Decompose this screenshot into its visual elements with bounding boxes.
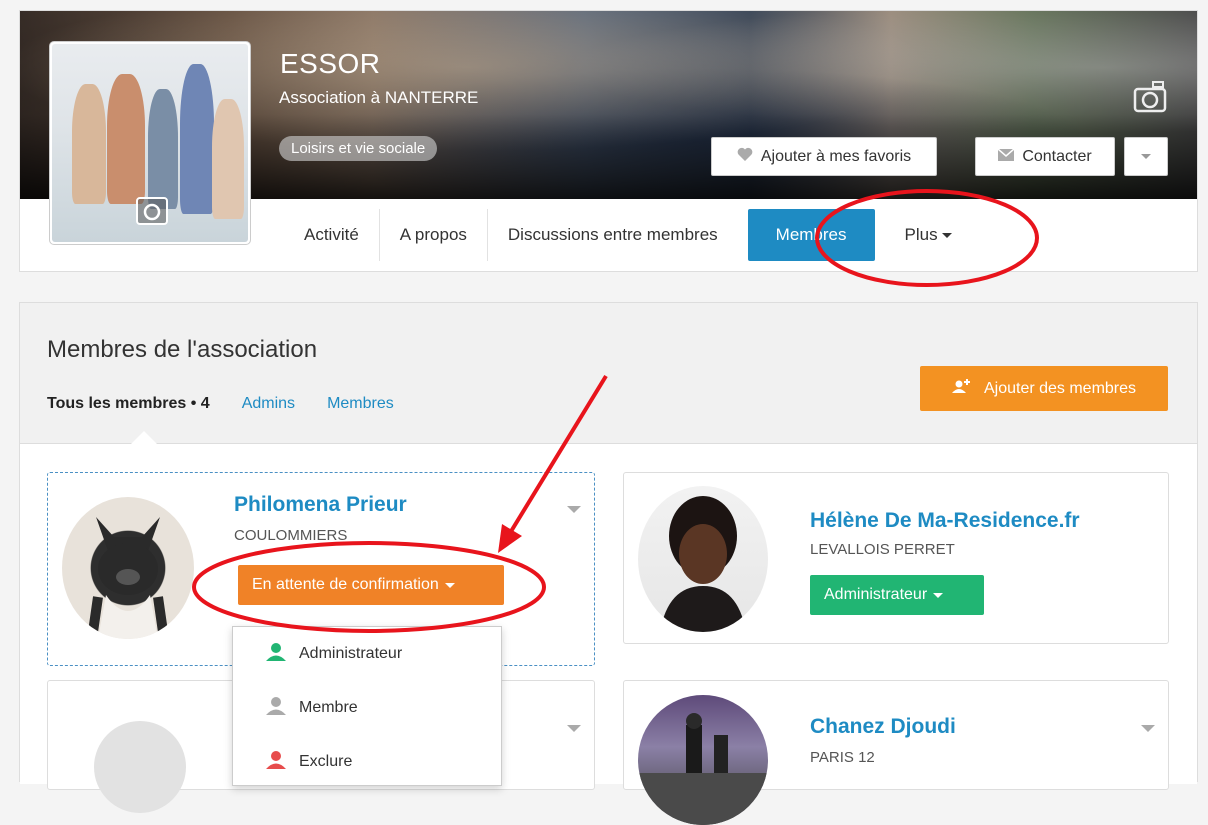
avatar-camera-icon[interactable] xyxy=(135,196,169,231)
filter-all-members[interactable]: Tous les membres • 4 xyxy=(47,395,210,413)
tab-activite[interactable]: Activité xyxy=(284,209,380,261)
member-city: COULOMMIERS xyxy=(234,527,348,544)
member-avatar[interactable] xyxy=(62,497,194,639)
tab-a-propos[interactable]: A propos xyxy=(380,209,488,261)
avatar-photo xyxy=(52,44,248,242)
add-favorite-button[interactable]: Ajouter à mes favoris xyxy=(711,137,937,176)
more-actions-button[interactable] xyxy=(1124,137,1168,176)
association-header: ESSOR Association à NANTERRE Loisirs et … xyxy=(19,10,1198,272)
add-members-button[interactable]: Ajouter des membres xyxy=(920,366,1168,411)
member-avatar[interactable] xyxy=(638,486,768,632)
cover-camera-icon[interactable] xyxy=(1131,78,1169,121)
menu-item-label: Membre xyxy=(299,699,358,716)
contact-button[interactable]: Contacter xyxy=(975,137,1115,176)
member-card[interactable]: Chanez Djoudi PARIS 12 xyxy=(623,680,1169,825)
filter-admins[interactable]: Admins xyxy=(242,395,295,413)
add-favorite-label: Ajouter à mes favoris xyxy=(760,147,912,165)
member-city: LEVALLOIS PERRET xyxy=(810,541,955,558)
contact-label: Contacter xyxy=(1022,147,1092,165)
member-role-label: Administrateur xyxy=(824,586,928,603)
card-options-chevron-icon[interactable] xyxy=(567,506,581,513)
chevron-down-icon xyxy=(1141,154,1151,159)
member-avatar-placeholder[interactable] xyxy=(94,721,186,813)
role-dropdown-menu: Administrateur Membre Exclure xyxy=(232,626,502,786)
member-card[interactable]: Hélène De Ma-Residence.fr LEVALLOIS PERR… xyxy=(623,472,1169,644)
member-status-dropdown[interactable]: En attente de confirmation xyxy=(238,565,504,605)
add-members-label: Ajouter des membres xyxy=(983,379,1137,397)
caret-down-icon xyxy=(933,592,944,598)
tab-plus-label: Plus xyxy=(904,225,938,244)
member-name[interactable]: Philomena Prieur xyxy=(234,493,407,517)
member-status-label: En attente de confirmation xyxy=(252,576,439,593)
user-red-icon xyxy=(265,750,287,775)
heart-icon xyxy=(737,147,753,166)
caret-down-icon xyxy=(444,582,455,588)
menu-item-membre[interactable]: Membre xyxy=(233,681,501,735)
member-role-dropdown[interactable]: Administrateur xyxy=(810,575,984,615)
member-city: PARIS 12 xyxy=(810,749,875,766)
association-tabs: Activité A propos Discussions entre memb… xyxy=(284,209,972,261)
members-panel-title: Membres de l'association xyxy=(47,336,318,363)
tab-membres[interactable]: Membres xyxy=(747,209,875,261)
members-panel-header: Membres de l'association Tous les membre… xyxy=(20,303,1197,444)
caret-down-icon xyxy=(941,232,952,238)
category-badge[interactable]: Loisirs et vie sociale xyxy=(279,136,438,161)
member-name[interactable]: Chanez Djoudi xyxy=(810,715,956,739)
user-grey-icon xyxy=(265,696,287,721)
association-location: Association à NANTERRE xyxy=(279,88,479,107)
add-user-icon xyxy=(951,378,972,399)
member-avatar[interactable] xyxy=(638,695,768,825)
card-options-chevron-icon[interactable] xyxy=(1141,725,1155,732)
envelope-icon xyxy=(997,147,1015,166)
menu-item-label: Exclure xyxy=(299,753,353,770)
card-options-chevron-icon[interactable] xyxy=(567,725,581,732)
user-green-icon xyxy=(265,642,287,667)
tab-plus[interactable]: Plus xyxy=(885,209,972,261)
association-name: ESSOR xyxy=(280,48,381,79)
active-filter-pointer xyxy=(131,431,157,444)
tab-discussions[interactable]: Discussions entre membres xyxy=(488,209,738,261)
menu-item-exclure[interactable]: Exclure xyxy=(233,735,501,789)
filter-members[interactable]: Membres xyxy=(327,395,394,413)
member-filters: Tous les membres • 4 Admins Membres xyxy=(47,395,394,413)
association-avatar[interactable] xyxy=(49,41,251,245)
member-name[interactable]: Hélène De Ma-Residence.fr xyxy=(810,509,1080,533)
menu-item-administrateur[interactable]: Administrateur xyxy=(233,627,501,681)
menu-item-label: Administrateur xyxy=(299,645,403,662)
